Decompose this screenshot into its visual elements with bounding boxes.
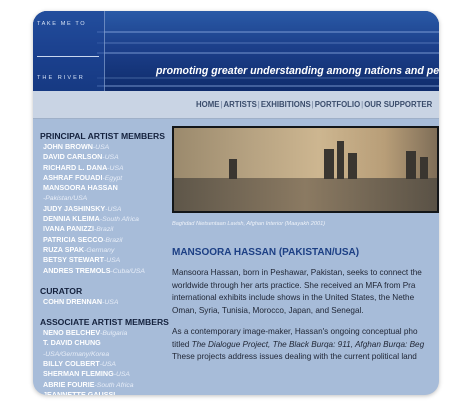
- curator-list: COHN DRENNAN-USA: [40, 297, 165, 307]
- principal-members-heading: PRINCIPAL ARTIST MEMBERS: [40, 131, 165, 141]
- member-name[interactable]: MANSOORA HASSAN: [43, 183, 118, 192]
- artist-content: Baghdad Nietsentaan Lavish, Afghan Inter…: [172, 126, 439, 364]
- principal-member[interactable]: BETSY STEWART-USA: [40, 255, 165, 265]
- member-name[interactable]: BILLY COLBERT: [43, 359, 100, 368]
- principal-member[interactable]: JOHN BROWN-USA: [40, 142, 165, 152]
- member-name[interactable]: DENNIA KLEIMA: [43, 214, 100, 223]
- nav-artists-link[interactable]: ARTISTS: [223, 100, 256, 109]
- nav-supporters-link[interactable]: OUR SUPPORTER: [364, 100, 432, 109]
- site-banner: TAKE ME TO THE RIVER promoting greater u…: [33, 11, 439, 91]
- bio-line: worldwide through her arts practice. She…: [172, 280, 416, 290]
- member-country: -Pakistan/USA: [43, 195, 88, 203]
- nav-separator: |: [361, 100, 364, 109]
- artist-title: MANSOORA HASSAN (PAKISTAN/USA): [172, 247, 360, 258]
- principal-member[interactable]: DENNIA KLEIMA-South Africa: [40, 214, 165, 224]
- principal-member[interactable]: DAVID CARLSON-USA: [40, 152, 165, 162]
- principal-member[interactable]: JUDY JASHINSKY-USA: [40, 204, 165, 214]
- nav-exhibitions-link[interactable]: EXHIBITIONS: [261, 100, 311, 109]
- nav-separator: |: [257, 100, 260, 109]
- associate-member[interactable]: T. DAVID CHUNG: [40, 338, 165, 348]
- member-country: -Egypt: [102, 174, 123, 182]
- bio-line: international exhibits include shows in …: [172, 293, 415, 302]
- nav-portfolio-link[interactable]: PORTFOLIO: [315, 100, 360, 109]
- member-country: -USA: [103, 257, 121, 265]
- member-name[interactable]: ASHRAF FOUADI: [43, 173, 103, 182]
- logo-divider: [37, 56, 99, 57]
- member-country: -Cuba/USA: [110, 267, 145, 275]
- principal-member: -Pakistan/USA: [40, 193, 165, 203]
- nav-home-link[interactable]: HOME: [196, 100, 219, 109]
- principal-member[interactable]: ANDRES TREMOLS-Cuba/USA: [40, 266, 165, 276]
- nav-separator: |: [311, 100, 314, 109]
- principal-member[interactable]: IVANA PANIZZI-Brazil: [40, 224, 165, 234]
- member-country: -USA: [99, 361, 116, 369]
- member-name[interactable]: T. DAVID CHUNG: [43, 338, 101, 347]
- member-country: -USA/Germany/Korea: [43, 350, 110, 358]
- browser-viewport: TAKE ME TO THE RIVER promoting greater u…: [33, 11, 439, 395]
- member-country: -USA: [113, 371, 130, 379]
- associate-member: -USA/Germany/Korea: [40, 349, 165, 359]
- member-country: -USA: [92, 144, 110, 151]
- bio-line: Oman, Syria, Tunisia, Morocco, Japan, an…: [172, 305, 364, 315]
- principal-member[interactable]: MANSOORA HASSAN: [40, 183, 165, 193]
- member-country: -South Africa: [94, 381, 134, 389]
- member-name[interactable]: ANDRES TREMOLS: [43, 266, 111, 275]
- associate-member[interactable]: JEANNETTE GAUSSI: [40, 390, 165, 395]
- member-name[interactable]: DAVID CARLSON: [43, 152, 102, 161]
- logo-text-bottom: THE RIVER: [37, 75, 85, 81]
- river-panorama-photo: [172, 126, 439, 213]
- member-name[interactable]: COHN DRENNAN: [43, 297, 102, 306]
- member-name[interactable]: JOHN BROWN: [43, 142, 93, 151]
- member-name[interactable]: IVANA PANIZZI: [43, 224, 94, 233]
- member-name[interactable]: JUDY JASHINSKY: [43, 204, 105, 213]
- bio-paragraph-1: Mansoora Hassan, born in Peshawar, Pakis…: [172, 267, 439, 317]
- associate-member[interactable]: BILLY COLBERT-USA: [40, 359, 165, 369]
- member-country: -USA: [102, 298, 119, 306]
- associate-member[interactable]: ABRIE FOURIE-South Africa: [40, 380, 165, 390]
- bio-line-titled: titled The Dialogue Project, The Black B…: [172, 339, 439, 352]
- member-name[interactable]: NENO BELCHEV: [43, 328, 100, 337]
- member-country: -Brazil: [93, 226, 114, 234]
- principal-member[interactable]: ASHRAF FOUADI-Egypt: [40, 173, 165, 183]
- associate-member[interactable]: NENO BELCHEV-Bulgaria: [40, 328, 165, 338]
- main-nav: HOME|ARTISTS|EXHIBITIONS|PORTFOLIO|OUR S…: [33, 91, 439, 119]
- photo-caption: Baghdad Nietsentaan Lavish, Afghan Inter…: [172, 221, 326, 227]
- member-country: -Brazil: [103, 236, 123, 244]
- member-name[interactable]: RICHARD L. DANA: [43, 163, 107, 172]
- member-country: -USA: [105, 205, 122, 213]
- member-name[interactable]: BETSY STEWART: [43, 255, 104, 264]
- member-country: -USA: [107, 164, 124, 172]
- artist-sidebar: PRINCIPAL ARTIST MEMBERS JOHN BROWN-USA D…: [40, 131, 169, 395]
- principal-members-list: JOHN BROWN-USA DAVID CARLSON-USA RICHARD L…: [40, 142, 165, 276]
- site-tagline: promoting greater understanding among na…: [156, 65, 439, 77]
- member-name[interactable]: SHERMAN FLEMING: [43, 369, 114, 378]
- principal-member[interactable]: RUZA SPAK-Germany: [40, 245, 165, 255]
- member-name[interactable]: RUZA SPAK: [43, 245, 84, 254]
- principal-member[interactable]: RICHARD L. DANA-USA: [40, 163, 165, 173]
- associate-members-list: NENO BELCHEV-Bulgaria T. DAVID CHUNG -USA/…: [40, 328, 165, 395]
- curator-member[interactable]: COHN DRENNAN-USA: [40, 297, 165, 307]
- associate-member[interactable]: SHERMAN FLEMING-USA: [40, 369, 165, 379]
- associate-members-heading: ASSOCIATE ARTIST MEMBERS: [40, 317, 169, 328]
- logo-text-top: TAKE ME TO: [37, 21, 87, 27]
- member-country: -South Africa: [99, 216, 139, 224]
- bio-paragraph-2: As a contemporary image-maker, Hassan's …: [172, 326, 439, 364]
- titled-prefix: titled: [172, 339, 192, 349]
- member-country: -USA: [102, 154, 119, 162]
- member-country: -Bulgaria: [100, 330, 128, 338]
- principal-member[interactable]: PATRICIA SECCO-Brazil: [40, 235, 165, 245]
- bio-line: As a contemporary image-maker, Hassan's …: [172, 327, 418, 336]
- curator-heading: CURATOR: [40, 285, 83, 296]
- member-name[interactable]: PATRICIA SECCO: [43, 235, 103, 244]
- bio-line: These projects address issues dealing wi…: [172, 352, 417, 361]
- member-country: -Germany: [84, 246, 115, 254]
- bio-line: Mansoora Hassan, born in Peshawar, Pakis…: [172, 268, 422, 277]
- site-logo[interactable]: TAKE ME TO THE RIVER: [33, 11, 105, 91]
- member-name[interactable]: ABRIE FOURIE: [43, 380, 95, 389]
- nav-items: HOME|ARTISTS|EXHIBITIONS|PORTFOLIO|OUR S…: [196, 100, 432, 109]
- work-titles: The Dialogue Project, The Black Burqa: 9…: [191, 339, 425, 349]
- member-name[interactable]: JEANNETTE GAUSSI: [43, 390, 115, 395]
